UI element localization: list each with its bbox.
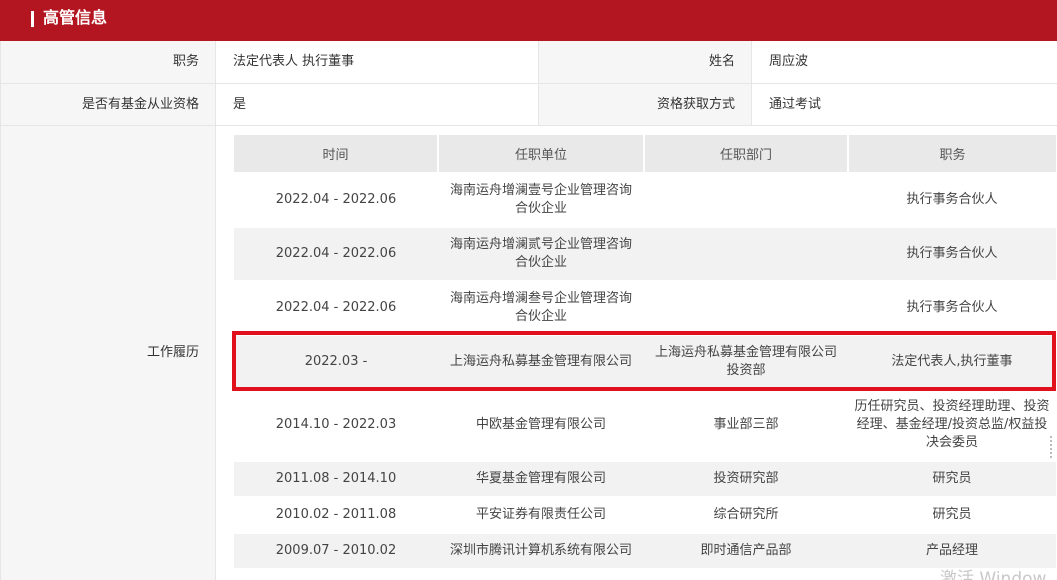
cell-dept bbox=[644, 282, 848, 334]
cell-dept bbox=[644, 228, 848, 280]
table-row: 2011.08 - 2014.10 华夏基金管理有限公司 投资研究部 研究员 bbox=[234, 462, 1056, 496]
cell-time: 2022.04 - 2022.06 bbox=[275, 192, 397, 207]
cell-time: 2014.10 - 2022.03 bbox=[275, 417, 397, 432]
cell-dept: 综合研究所 bbox=[713, 507, 779, 522]
activation-watermark: 激活 Window bbox=[940, 569, 1047, 580]
qualified-label: 是否有基金从业资格 bbox=[0, 84, 215, 125]
section-header: 高管信息 bbox=[0, 0, 1057, 41]
table-row: 2022.04 - 2022.06 海南运舟增澜贰号企业管理咨询合伙企业 执行事… bbox=[234, 228, 1056, 280]
cell-time: 2010.02 - 2011.08 bbox=[275, 507, 397, 522]
cell-org: 海南运舟增澜叁号企业管理咨询合伙企业 bbox=[449, 291, 632, 324]
method-value: 通过考试 bbox=[751, 84, 1057, 125]
col-header-dept: 任职部门 bbox=[645, 135, 847, 172]
cell-title: 执行事务合伙人 bbox=[906, 300, 998, 315]
cell-dept: 投资研究部 bbox=[713, 471, 779, 486]
cell-time: 2011.08 - 2014.10 bbox=[275, 471, 397, 486]
cell-title: 执行事务合伙人 bbox=[906, 246, 998, 261]
cell-org: 华夏基金管理有限公司 bbox=[475, 471, 606, 486]
cell-title: 历任研究员、投资经理助理、投资经理、基金经理/投资总监/权益投决会委员 bbox=[854, 399, 1050, 450]
divider bbox=[0, 83, 1057, 84]
position-value: 法定代表人 执行董事 bbox=[215, 41, 538, 83]
cell-title: 产品经理 bbox=[925, 543, 978, 558]
cell-org: 深圳市腾讯计算机系统有限公司 bbox=[449, 543, 632, 558]
table-row: 2009.07 - 2010.02 深圳市腾讯计算机系统有限公司 即时通信产品部… bbox=[234, 534, 1056, 568]
method-label: 资格获取方式 bbox=[538, 84, 751, 125]
executive-info-panel: 高管信息 职务 法定代表人 执行董事 姓名 周应波 是否有基金从业资格 是 资格… bbox=[0, 0, 1057, 580]
work-history-label: 工作履历 bbox=[0, 126, 215, 580]
cell-time: 2022.04 - 2022.06 bbox=[275, 246, 397, 261]
divider bbox=[751, 41, 752, 125]
cell-time: 2009.07 - 2010.02 bbox=[275, 543, 397, 558]
cell-org: 中欧基金管理有限公司 bbox=[475, 417, 606, 432]
divider bbox=[215, 41, 216, 580]
qualified-value: 是 bbox=[215, 84, 538, 125]
table-row: 2022.04 - 2022.06 海南运舟增澜叁号企业管理咨询合伙企业 执行事… bbox=[234, 282, 1056, 334]
name-value: 周应波 bbox=[751, 41, 1057, 83]
cell-title: 研究员 bbox=[932, 507, 972, 522]
col-header-title: 职务 bbox=[849, 135, 1056, 172]
table-row: 2010.02 - 2011.08 平安证券有限责任公司 综合研究所 研究员 bbox=[234, 498, 1056, 532]
table-row: 2022.04 - 2022.06 海南运舟增澜壹号企业管理咨询合伙企业 执行事… bbox=[234, 174, 1056, 226]
divider bbox=[0, 41, 1, 580]
section-title: 高管信息 bbox=[43, 8, 108, 27]
table-row: 2014.10 - 2022.03 中欧基金管理有限公司 事业部三部 历任研究员… bbox=[234, 390, 1056, 460]
name-label: 姓名 bbox=[538, 41, 751, 83]
cell-org: 海南运舟增澜贰号企业管理咨询合伙企业 bbox=[449, 237, 632, 270]
cell-dept: 事业部三部 bbox=[713, 417, 779, 432]
header-accent-bar bbox=[31, 11, 34, 27]
col-header-time: 时间 bbox=[234, 135, 437, 172]
scroll-indicator[interactable] bbox=[1050, 436, 1054, 458]
col-header-org: 任职单位 bbox=[439, 135, 643, 172]
cell-title: 研究员 bbox=[932, 471, 972, 486]
position-label: 职务 bbox=[0, 41, 215, 83]
cell-title: 执行事务合伙人 bbox=[906, 192, 998, 207]
cell-org: 平安证券有限责任公司 bbox=[475, 507, 606, 522]
work-history-label-text: 工作履历 bbox=[146, 345, 199, 360]
cell-time: 2022.04 - 2022.06 bbox=[275, 300, 397, 315]
cell-dept: 即时通信产品部 bbox=[700, 543, 792, 558]
divider bbox=[538, 41, 539, 125]
cell-org: 海南运舟增澜壹号企业管理咨询合伙企业 bbox=[449, 183, 632, 216]
divider bbox=[0, 125, 1057, 126]
cell-dept bbox=[644, 174, 848, 226]
highlight-box bbox=[232, 331, 1056, 391]
